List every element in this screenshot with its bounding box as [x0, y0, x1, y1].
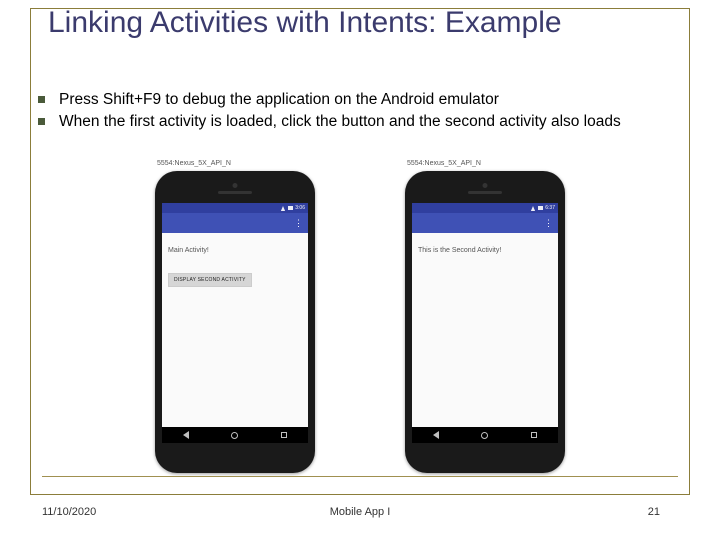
status-time: 3:06 — [295, 205, 305, 211]
activity-title: This is the Second Activity! — [418, 247, 552, 254]
recent-icon[interactable] — [281, 432, 287, 438]
phone-screen: 3:06 ⋮ Main Activity! DISPLAY SECOND ACT… — [162, 203, 308, 443]
emulator-label: 5554:Nexus_5X_API_N — [157, 160, 231, 167]
bullet-marker — [38, 96, 45, 103]
activity-content: Main Activity! DISPLAY SECOND ACTIVITY — [162, 233, 308, 293]
display-second-activity-button[interactable]: DISPLAY SECOND ACTIVITY — [168, 273, 252, 287]
bullet-text: When the first activity is loaded, click… — [59, 112, 621, 132]
status-time: 6:37 — [545, 205, 555, 211]
speaker-slit — [468, 191, 502, 194]
back-icon[interactable] — [433, 431, 439, 439]
recent-icon[interactable] — [531, 432, 537, 438]
footer-center: Mobile App I — [0, 506, 720, 518]
bullet-item: Press Shift+F9 to debug the application … — [38, 90, 695, 110]
nav-bar — [412, 427, 558, 443]
app-bar: ⋮ — [412, 213, 558, 233]
emulator-frame-1: 5554:Nexus_5X_API_N 3:06 ⋮ Main Activity… — [155, 160, 315, 473]
overflow-icon: ⋮ — [544, 219, 553, 228]
home-icon[interactable] — [231, 432, 238, 439]
emulator-label: 5554:Nexus_5X_API_N — [407, 160, 481, 167]
activity-content: This is the Second Activity! — [412, 233, 558, 274]
footer-divider — [42, 476, 678, 477]
phone-screen: 6:37 ⋮ This is the Second Activity! — [412, 203, 558, 443]
nav-bar — [162, 427, 308, 443]
bullet-list: Press Shift+F9 to debug the application … — [38, 90, 695, 134]
signal-icon — [531, 206, 535, 211]
activity-title: Main Activity! — [168, 247, 302, 254]
status-bar: 3:06 — [162, 203, 308, 213]
status-bar: 6:37 — [412, 203, 558, 213]
page-number: 21 — [648, 506, 660, 518]
bullet-item: When the first activity is loaded, click… — [38, 112, 695, 132]
emulator-frame-2: 5554:Nexus_5X_API_N 6:37 ⋮ This is the S… — [405, 160, 565, 473]
speaker-slit — [218, 191, 252, 194]
home-icon[interactable] — [481, 432, 488, 439]
slide-title: Linking Activities with Intents: Example — [48, 6, 672, 41]
battery-icon — [538, 206, 543, 210]
bullet-marker — [38, 118, 45, 125]
back-icon[interactable] — [183, 431, 189, 439]
app-bar: ⋮ — [162, 213, 308, 233]
bullet-text: Press Shift+F9 to debug the application … — [59, 90, 499, 110]
phones-row: 5554:Nexus_5X_API_N 3:06 ⋮ Main Activity… — [0, 160, 720, 473]
phone-body: 3:06 ⋮ Main Activity! DISPLAY SECOND ACT… — [155, 171, 315, 473]
overflow-icon: ⋮ — [294, 219, 303, 228]
camera-dot — [233, 183, 238, 188]
signal-icon — [281, 206, 285, 211]
camera-dot — [483, 183, 488, 188]
battery-icon — [288, 206, 293, 210]
phone-body: 6:37 ⋮ This is the Second Activity! — [405, 171, 565, 473]
